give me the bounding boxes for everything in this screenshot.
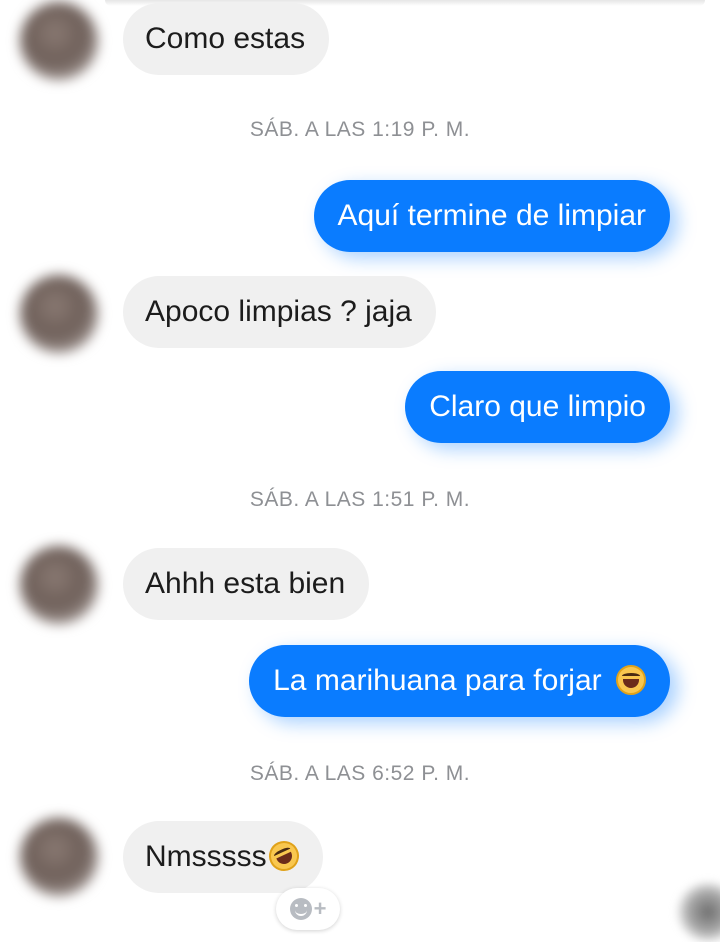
message-text: La marihuana para forjar (273, 664, 602, 697)
contact-avatar[interactable] (20, 2, 98, 80)
contact-avatar[interactable] (20, 546, 98, 624)
contact-avatar[interactable] (20, 818, 98, 896)
outgoing-message[interactable]: La marihuana para forjar (249, 645, 670, 717)
incoming-message[interactable]: Ahhh esta bien (123, 548, 370, 620)
incoming-message[interactable]: Apoco limpias ? jaja (123, 276, 436, 348)
seen-avatar (676, 882, 720, 942)
message-text: Apoco limpias ? jaja (145, 295, 412, 328)
timestamp: SÁB. A LAS 6:52 P. M. (249, 762, 471, 785)
chat-thread[interactable]: Como estas SÁB. A LAS 1:19 P. M. Aquí te… (0, 0, 720, 942)
tears-of-joy-emoji (616, 665, 646, 695)
timestamp: SÁB. A LAS 1:51 P. M. (249, 488, 471, 511)
smiley-icon (289, 898, 312, 920)
message-text: Claro que limpio (429, 390, 646, 423)
timestamp: SÁB. A LAS 1:19 P. M. (249, 118, 471, 141)
incoming-message[interactable]: Como estas (123, 3, 330, 75)
add-reaction-button[interactable]: + (276, 888, 340, 930)
outgoing-message[interactable]: Aquí termine de limpiar (313, 180, 670, 252)
incoming-message[interactable]: Nmsssss (123, 821, 323, 893)
outgoing-message[interactable]: Claro que limpio (405, 371, 670, 443)
plus-label: + (313, 896, 327, 921)
contact-avatar[interactable] (20, 275, 98, 353)
message-text: Aquí termine de limpiar (337, 199, 646, 232)
message-text: Ahhh esta bien (145, 567, 346, 600)
rolling-laughing-emoji (263, 836, 304, 876)
message-text: Nmsssss (145, 840, 267, 873)
message-text: Como estas (145, 22, 306, 55)
